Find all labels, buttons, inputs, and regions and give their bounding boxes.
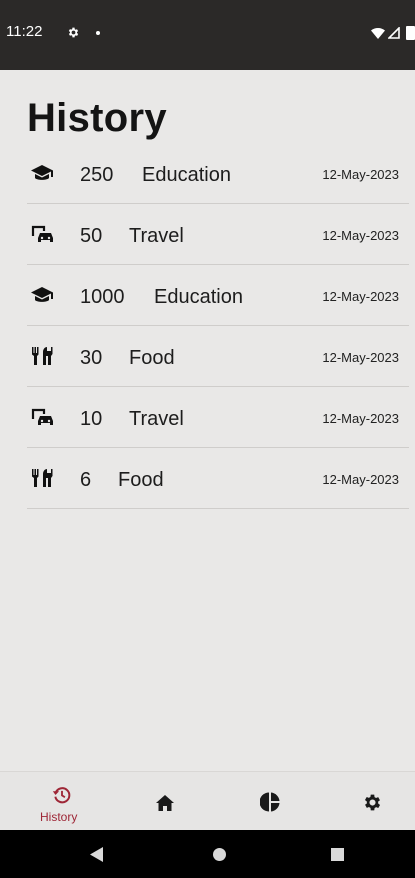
category-label: Travel <box>129 408 184 430</box>
history-row[interactable]: 30 Food 12-May-2023 <box>27 326 409 387</box>
status-time: 11:22 <box>6 23 43 40</box>
graduation-cap-icon <box>31 287 53 302</box>
signal-icon <box>388 27 400 39</box>
history-icon <box>52 787 71 804</box>
history-row[interactable]: 6 Food 12-May-2023 <box>27 448 409 509</box>
category-label: Education <box>142 164 231 186</box>
amount: 6 <box>80 469 92 491</box>
date-label: 12-May-2023 <box>322 228 399 243</box>
system-navigation-bar <box>0 830 415 878</box>
amount: 10 <box>80 408 103 430</box>
category-label: Food <box>129 347 175 369</box>
category-label: Travel <box>129 225 184 247</box>
amount: 250 <box>80 164 114 186</box>
nav-settings-tab[interactable] <box>348 772 398 831</box>
status-bar: 11:22 <box>0 0 415 70</box>
date-label: 12-May-2023 <box>322 350 399 365</box>
date-label: 12-May-2023 <box>322 167 399 182</box>
nav-home-tab[interactable] <box>140 772 190 831</box>
utensils-icon <box>32 347 53 365</box>
history-list: 250 Education 12-May-2023 50 Travel 12-M… <box>27 143 409 509</box>
bottom-navigation: History <box>0 771 415 831</box>
date-label: 12-May-2023 <box>322 472 399 487</box>
nav-history-label: History <box>40 810 78 824</box>
recents-icon[interactable] <box>331 848 344 861</box>
utensils-icon <box>32 469 53 487</box>
graduation-cap-icon <box>31 165 53 180</box>
history-row[interactable]: 1000 Education 12-May-2023 <box>27 265 409 326</box>
notification-dot-icon <box>96 31 100 35</box>
category-label: Food <box>118 469 164 491</box>
date-label: 12-May-2023 <box>322 289 399 304</box>
amount: 30 <box>80 347 103 369</box>
gear-icon <box>364 794 381 811</box>
taxi-icon <box>31 408 53 425</box>
page-title: History <box>27 96 167 140</box>
category-label: Education <box>154 286 243 308</box>
history-row[interactable]: 10 Travel 12-May-2023 <box>27 387 409 448</box>
wifi-icon <box>371 27 385 39</box>
taxi-icon <box>31 225 53 242</box>
home-icon <box>156 795 174 811</box>
nav-stats-tab[interactable] <box>246 772 296 831</box>
battery-icon <box>406 26 415 40</box>
pie-chart-icon <box>260 792 280 812</box>
gear-icon <box>68 27 79 38</box>
history-row[interactable]: 250 Education 12-May-2023 <box>27 143 409 204</box>
nav-history-tab[interactable]: History <box>30 772 94 831</box>
history-row[interactable]: 50 Travel 12-May-2023 <box>27 204 409 265</box>
amount: 50 <box>80 225 103 247</box>
amount: 1000 <box>80 286 125 308</box>
back-icon[interactable] <box>90 847 104 862</box>
home-button-icon[interactable] <box>213 848 226 861</box>
date-label: 12-May-2023 <box>322 411 399 426</box>
